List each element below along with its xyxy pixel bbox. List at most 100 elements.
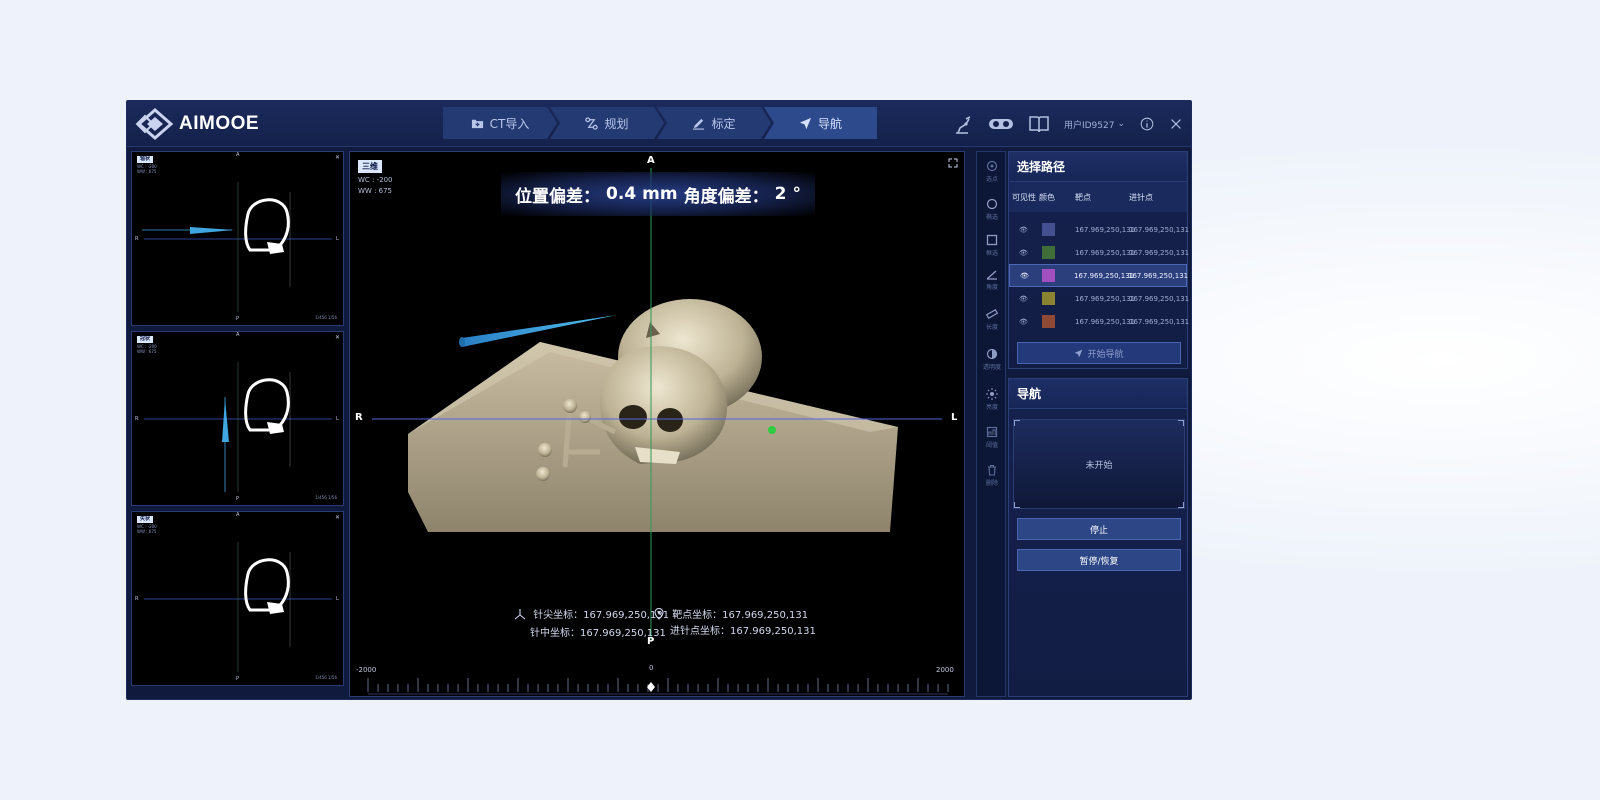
axial-view-pane[interactable]: 轴状 WC : -200 WW : 675 A P R L ✕ 1/456 1/… [131,151,344,326]
eye-icon[interactable]: 👁︎ [1009,226,1039,234]
scale-ticks [367,678,949,695]
table-row[interactable]: 👁︎ 167.969,250,131 167.969,250,131 [1009,287,1190,310]
eye-icon[interactable]: 👁︎ [1009,318,1039,326]
path-selection-panel: 选择路径 可见性 颜色 靶点 进针点 👁︎ 167.969,250,131 16… [1008,151,1190,369]
axial-scan-image [142,182,332,312]
info-icon[interactable] [1139,116,1155,132]
navigation-panel: 导航 未开始 停止 暂停/恢复 [1008,378,1188,697]
col-visibility: 可见性 [1012,192,1036,202]
tool-ellipse-select[interactable]: 椭选 [977,198,1007,221]
table-row[interactable]: 👁︎ 167.969,250,131 167.969,250,131 [1009,310,1190,333]
rotation-scale[interactable]: -2000 0 2000 [350,656,966,696]
3d-viewport[interactable]: 三维 WC : -200 WW : 675 位置偏差： 0.4 mm 角度偏差：… [349,151,965,697]
opacity-icon [986,348,998,360]
tool-delete[interactable]: 删除 [977,464,1007,487]
table-row[interactable]: 👁︎ 167.969,250,131 167.969,250,131 [1009,218,1190,241]
needle-mid-text: 针中坐标：167.969,250,131 [530,628,666,639]
stop-button[interactable]: 停止 [1017,518,1181,540]
close-pane-icon[interactable]: ✕ [335,514,340,521]
orientation-top: A [236,152,240,158]
ruler-icon [986,308,998,320]
close-icon[interactable] [1169,117,1183,131]
row-entry: 167.969,250,131 [1129,248,1190,257]
position-deviation-value: 0.4 [606,184,637,204]
orientation-left: R [135,416,139,422]
row-entry: 167.969,250,131 [1129,317,1190,326]
navigation-arrow-icon [799,117,812,129]
fullscreen-icon[interactable] [948,158,958,168]
pause-resume-button[interactable]: 暂停/恢复 [1017,549,1181,571]
path-table-header: 可见性 颜色 靶点 进针点 [1009,182,1187,212]
eye-icon[interactable]: 👁︎ [1009,295,1039,303]
path-color-swatch [1039,269,1068,282]
navigation-status-text: 未开始 [1085,460,1113,471]
tool-label: 阈值 [985,442,998,449]
tool-angle[interactable]: 角度 [977,268,1007,291]
tool-select-point[interactable]: 选点 [977,160,1007,183]
step-label: 规划 [604,116,629,131]
coronal-view-pane[interactable]: 冠状 WC : -200 WW : 675 A P R L ✕ 1/456 1/… [131,331,344,506]
target-text: 靶点坐标：167.969,250,131 [672,610,809,621]
orientation-right: L [336,596,339,602]
close-pane-icon[interactable]: ✕ [335,154,340,161]
eye-icon[interactable]: 👁︎ [1009,249,1039,257]
tool-column: 选点 椭选 框选 角度 长度 透明度 亮度 阈值 删除 [976,151,1006,697]
axis-label-left: R [355,412,363,423]
path-table-body: 👁︎ 167.969,250,131 167.969,250,131 👁︎ 16… [1009,218,1190,333]
header-actions: 用户ID9527 ⌄ [952,111,1183,137]
camera-tracker-icon[interactable] [988,113,1014,135]
table-row[interactable]: 👁︎ 167.969,250,131 167.969,250,131 [1009,241,1190,264]
needle-tip-text: 针尖坐标：167.969,250,131 [533,610,670,621]
target-coord: 靶点坐标：167.969,250,131 [653,606,808,621]
view-ww: WW : 675 [358,187,393,195]
axis-label-right: L [951,412,958,423]
tool-label: 长度 [985,324,998,331]
row-entry: 167.969,250,131 [1129,225,1190,234]
pane-ww: WW : 675 [137,529,157,534]
deviation-banner: 位置偏差： 0.4 mm 角度偏差： 2 ° [501,172,815,216]
step-label: CT导入 [489,116,530,131]
table-row-selected[interactable]: 👁︎ 167.969,250,131 167.969,250,131 [1009,264,1188,287]
step-calibration[interactable]: 标定 [657,107,771,139]
slice-index: 1/456 1/56 [315,315,337,320]
sagittal-scan-image [144,542,332,672]
pane-tag: 冠状 [137,336,154,343]
step-navigation[interactable]: 导航 [764,107,877,139]
start-navigation-button[interactable]: 开始导航 [1017,342,1181,364]
tool-opacity[interactable]: 透明度 [977,348,1007,371]
row-target: 167.969,250,131 [1075,317,1136,326]
rect-select-icon [986,234,998,246]
col-target: 靶点 [1075,192,1091,202]
slice-index: 1/456 1/56 [315,495,337,500]
tool-threshold[interactable]: 阈值 [977,426,1007,449]
sagittal-view-pane[interactable]: 矢状 WC : -200 WW : 675 A P R L ✕ 1/456 1/… [131,511,344,686]
row-entry: 167.969,250,131 [1129,294,1190,303]
tool-length[interactable]: 长度 [977,308,1007,331]
start-navigation-label: 开始导航 [1087,349,1124,360]
location-pin-icon [654,607,664,620]
threshold-icon [986,426,998,438]
robot-arm-icon[interactable] [952,113,974,135]
aimooe-logo-icon [135,108,174,140]
eye-icon[interactable]: 👁︎ [1010,272,1039,280]
angle-deviation-unit: ° [792,184,801,204]
tool-brightness[interactable]: 亮度 [977,388,1007,411]
step-planning[interactable]: 规划 [550,107,664,139]
navigation-status-box: 未开始 [1013,419,1185,509]
step-ct-import[interactable]: CT导入 [443,107,557,139]
close-pane-icon[interactable]: ✕ [335,334,340,341]
tool-label: 角度 [985,284,998,291]
book-icon[interactable] [1028,113,1050,135]
tool-rect-select[interactable]: 框选 [977,234,1007,257]
user-menu[interactable]: 用户ID9527 ⌄ [1064,118,1125,131]
path-color-swatch [1039,223,1069,236]
pane-tag: 矢状 [137,516,154,523]
trash-icon [988,464,996,476]
row-target: 167.969,250,131 [1074,271,1135,280]
entry-coord: 进针点坐标：167.969,250,131 [670,622,816,637]
tool-label: 选点 [985,176,998,183]
entry-text: 进针点坐标：167.969,250,131 [670,626,816,637]
row-target: 167.969,250,131 [1075,294,1136,303]
tool-label: 删除 [985,480,998,487]
needle-mid-coord: 针中坐标：167.969,250,131 [530,624,666,639]
